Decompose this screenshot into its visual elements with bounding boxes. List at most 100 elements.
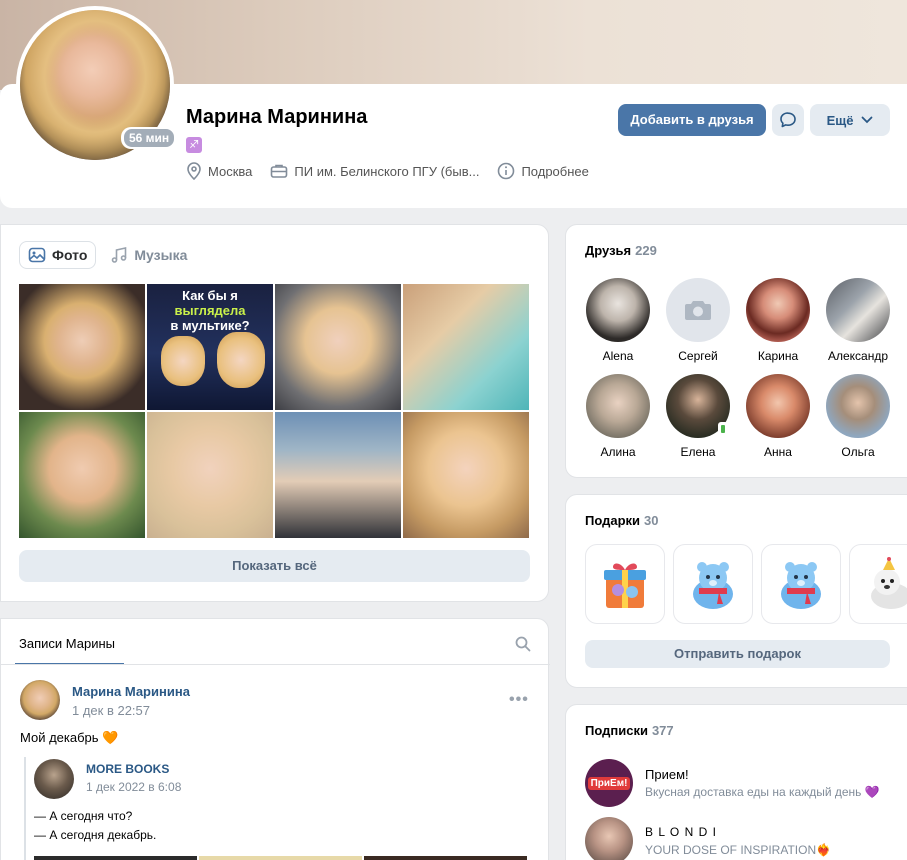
friend-name: Алина [600,445,636,459]
photo-thumbnail[interactable] [19,412,145,538]
gift-item[interactable] [761,544,841,624]
online-status-badge: 56 мин [121,127,178,149]
more-label: Ещё [826,112,854,128]
photo-thumbnail[interactable] [403,412,529,538]
image-icon [28,247,46,263]
friends-title[interactable]: Друзья 229 [585,243,657,258]
photo-caption: Как бы я выглядела в мультике? [147,288,273,333]
caption-line: выглядела [174,303,246,318]
location-pin-icon [187,162,201,180]
wall-tab-posts[interactable]: Записи Марины [19,636,115,651]
photo-thumbnail[interactable] [19,284,145,410]
search-icon[interactable] [514,635,532,653]
gift-item[interactable] [849,544,907,624]
cartoon-face [161,336,205,386]
post-more-icon[interactable]: ••• [509,691,529,709]
message-bubble-icon [780,112,796,128]
gift-item[interactable] [673,544,753,624]
chevron-down-icon [862,116,873,124]
attachment-thumbnail[interactable] [364,856,527,860]
friends-card: Друзья 229 Alena Сергей Карина Александр … [565,224,907,478]
friend-avatar [826,374,890,438]
photo-grid: Как бы я выглядела в мультике? [19,284,530,538]
gifts-title-text: Подарки [585,513,641,528]
post-date[interactable]: 1 дек в 22:57 [72,703,150,718]
tab-music-label: Музыка [134,247,188,263]
repost-text-line: — А сегодня что? [34,809,133,823]
subscription-avatar[interactable] [585,817,633,860]
photo-thumbnail[interactable] [403,284,529,410]
friend-avatar [746,374,810,438]
show-all-photos-button[interactable]: Показать всё [19,550,530,582]
friend-item[interactable]: Александр [821,278,895,363]
friend-avatar [746,278,810,342]
subscription-avatar[interactable]: ПриЕм! [585,759,633,807]
friend-item[interactable]: Елена [661,374,735,459]
mobile-online-icon [718,422,728,436]
education-text: ПИ им. Белинского ПГУ (быв... [294,163,480,179]
photos-card: Фото Музыка Как бы я выглядела в мультик… [0,224,549,602]
divider [1,664,550,665]
subscriptions-title[interactable]: Подписки 377 [585,723,674,738]
friend-item[interactable]: Сергей [661,278,735,363]
photo-thumbnail[interactable] [275,284,401,410]
friend-name: Елена [680,445,716,459]
repost-author-name[interactable]: MORE BOOKS [86,762,169,776]
friend-item[interactable]: Анна [741,374,815,459]
friend-name: Карина [757,349,799,363]
city-info[interactable]: Москва [186,162,252,180]
repost-text-line: — А сегодня декабрь. [34,828,157,842]
message-button[interactable] [772,104,804,136]
media-tabs: Фото Музыка [19,241,201,269]
gifts-title[interactable]: Подарки 30 [585,513,659,528]
post-author-avatar[interactable] [20,680,60,720]
more-info-link[interactable]: Подробнее [497,162,589,180]
profile-meta: Москва ПИ им. Белинского ПГУ (быв... Под… [186,162,607,180]
more-dropdown-button[interactable]: Ещё [810,104,890,136]
repost-attachments [34,856,529,860]
friend-item[interactable]: Alena [581,278,655,363]
friend-item[interactable]: Ольга [821,374,895,459]
friend-name: Анна [764,445,792,459]
send-gift-button[interactable]: Отправить подарок [585,640,890,668]
friend-avatar [586,374,650,438]
dog-party-gift-icon [871,557,907,609]
briefcase-icon [271,164,288,178]
friend-avatar [586,278,650,342]
tab-photos[interactable]: Фото [19,241,97,269]
subscription-name[interactable]: Прием! [645,767,689,782]
tab-photos-label: Фото [52,247,88,263]
subscriptions-title-text: Подписки [585,723,648,738]
subscription-name[interactable]: B L O N D I [645,825,717,839]
wall-card: Записи Марины Марина Маринина 1 дек в 22… [0,618,550,860]
profile-name: Марина Маринина [186,106,368,128]
city-text: Москва [208,163,253,179]
friend-item[interactable]: Алина [581,374,655,459]
camera-icon [685,301,711,320]
attachment-thumbnail[interactable] [34,856,197,860]
tab-music[interactable]: Музыка [102,241,195,269]
post-author-name[interactable]: Марина Маринина [72,684,190,699]
attachment-thumbnail[interactable] [199,856,362,860]
friend-name: Александр [827,349,889,363]
post-text: Мой декабрь 🧡 [20,730,119,745]
education-info[interactable]: ПИ им. Белинского ПГУ (быв... [270,163,479,179]
repost-date[interactable]: 1 дек 2022 в 6:08 [86,780,181,794]
photo-thumbnail[interactable] [147,412,273,538]
repost-author-avatar[interactable] [34,759,74,799]
zodiac-sagittarius-icon: ♐ [186,137,202,153]
photo-thumbnail[interactable]: Как бы я выглядела в мультике? [147,284,273,410]
info-circle-icon [498,162,515,180]
add-friend-button[interactable]: Добавить в друзья [618,104,766,136]
friend-avatar [826,278,890,342]
cartoon-face [217,332,265,388]
repost-bar [24,757,26,860]
more-info-text: Подробнее [521,163,589,179]
gifts-card: Подарки 30 Отправить подарок [565,494,907,688]
friend-item[interactable]: Карина [741,278,815,363]
photo-thumbnail[interactable] [275,412,401,538]
gifts-count: 30 [644,513,659,528]
gift-item[interactable] [585,544,665,624]
subscription-description: YOUR DOSE OF INSPIRATION❤️‍🔥 [645,843,832,857]
music-note-icon [112,247,127,263]
